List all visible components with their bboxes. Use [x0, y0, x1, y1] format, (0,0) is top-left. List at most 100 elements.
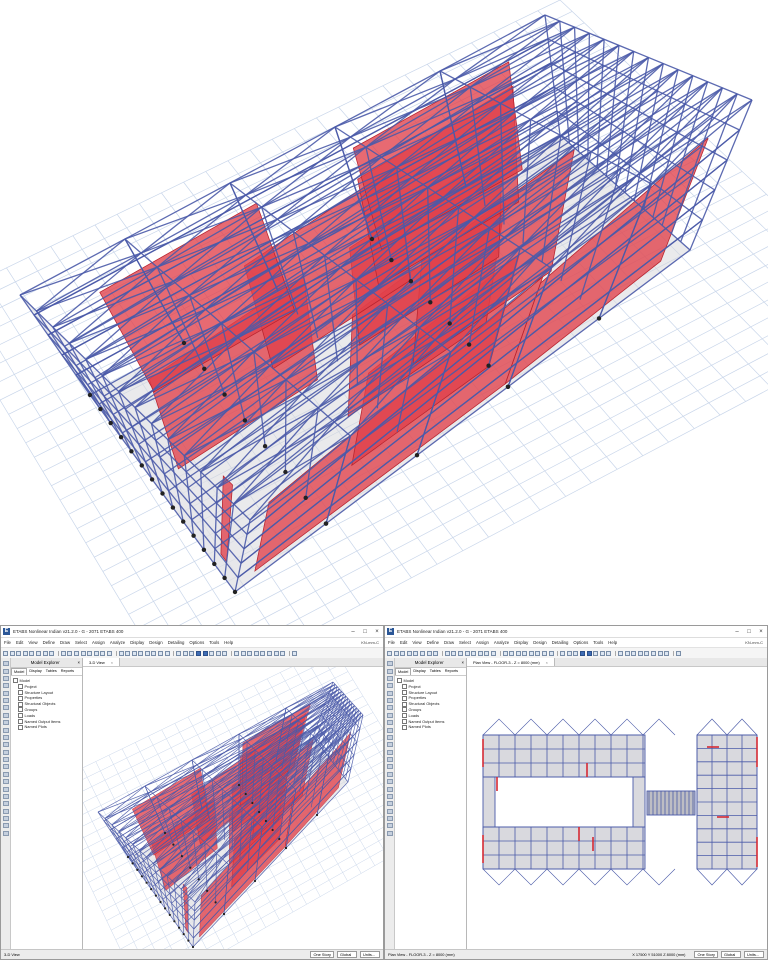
toolbar-button-icon[interactable] — [413, 650, 419, 656]
side-tool-icon[interactable] — [386, 742, 393, 748]
menu-draw[interactable]: Draw — [444, 640, 454, 645]
side-tool-icon[interactable] — [2, 757, 9, 763]
toolbar-button-icon[interactable] — [288, 650, 290, 656]
toolbar-button-icon[interactable] — [106, 650, 112, 656]
minimize-button[interactable]: – — [347, 629, 359, 635]
maximize-button[interactable]: □ — [743, 629, 755, 635]
side-tool-icon[interactable] — [386, 661, 393, 667]
menu-design[interactable]: Design — [533, 640, 546, 645]
expand-icon[interactable] — [402, 690, 407, 696]
menu-detailing[interactable]: Detailing — [552, 640, 569, 645]
toolbar-button-icon[interactable] — [215, 650, 221, 656]
side-tool-icon[interactable] — [2, 786, 9, 792]
toolbar-button-icon[interactable] — [209, 650, 215, 656]
toolbar-button-icon[interactable] — [189, 650, 195, 656]
toolbar-button-icon[interactable] — [273, 650, 279, 656]
tab-tables[interactable]: Tables — [428, 668, 443, 675]
toolbar-button-icon[interactable] — [144, 650, 150, 656]
side-tool-icon[interactable] — [386, 668, 393, 674]
side-tool-icon[interactable] — [386, 727, 393, 733]
toolbar-button-icon[interactable] — [29, 650, 35, 656]
toolbar-button-icon[interactable] — [471, 650, 477, 656]
expand-icon[interactable] — [402, 684, 407, 690]
expand-icon[interactable] — [18, 701, 23, 707]
close-button[interactable]: × — [371, 629, 383, 635]
menu-analyze[interactable]: Analyze — [110, 640, 125, 645]
toolbar-button-icon[interactable] — [664, 650, 670, 656]
side-tool-icon[interactable] — [386, 757, 393, 763]
side-tool-icon[interactable] — [386, 793, 393, 799]
toolbar-button-icon[interactable] — [444, 650, 450, 656]
maximize-button[interactable]: □ — [359, 629, 371, 635]
side-tool-icon[interactable] — [2, 727, 9, 733]
expand-icon[interactable] — [18, 719, 23, 725]
explorer-close-icon[interactable]: × — [461, 660, 464, 665]
toolbar-button-icon[interactable] — [115, 650, 117, 656]
toolbar-button-icon[interactable] — [240, 650, 246, 656]
side-tool-icon[interactable] — [386, 823, 393, 829]
expand-icon[interactable] — [402, 724, 407, 730]
toolbar-button-icon[interactable] — [502, 650, 508, 656]
menu-file[interactable]: File — [388, 640, 395, 645]
toolbar-button-icon[interactable] — [35, 650, 41, 656]
side-tool-icon[interactable] — [386, 705, 393, 711]
coord-system-dropdown[interactable]: Global — [721, 951, 741, 958]
toolbar-button-icon[interactable] — [573, 650, 579, 656]
side-tool-icon[interactable] — [2, 705, 9, 711]
side-tool-icon[interactable] — [2, 661, 9, 667]
side-tool-icon[interactable] — [386, 816, 393, 822]
toolbar-button-icon[interactable] — [542, 650, 548, 656]
menu-detailing[interactable]: Detailing — [168, 640, 185, 645]
side-tool-icon[interactable] — [2, 720, 9, 726]
toolbar-button-icon[interactable] — [631, 650, 637, 656]
toolbar-button-icon[interactable] — [234, 650, 239, 656]
side-tool-icon[interactable] — [386, 749, 393, 755]
toolbar-button-icon[interactable] — [484, 650, 490, 656]
units-indicator[interactable]: KN-mm-C — [361, 640, 379, 645]
side-tool-icon[interactable] — [386, 830, 393, 836]
toolbar-button-icon[interactable] — [464, 650, 470, 656]
expand-icon[interactable] — [18, 684, 23, 690]
menu-define[interactable]: Define — [427, 640, 439, 645]
tab-reports[interactable]: Reports — [59, 668, 76, 675]
expand-icon[interactable] — [18, 724, 23, 730]
toolbar-button-icon[interactable] — [522, 650, 528, 656]
toolbar-button-icon[interactable] — [16, 650, 22, 656]
toolbar-button-icon[interactable] — [118, 650, 124, 656]
menu-view[interactable]: View — [28, 640, 37, 645]
tree-item-named-plots[interactable]: Named Plots — [397, 724, 464, 730]
menu-display[interactable]: Display — [514, 640, 528, 645]
expand-icon[interactable] — [402, 701, 407, 707]
toolbar-button-icon[interactable] — [387, 650, 392, 656]
toolbar-button-icon[interactable] — [586, 650, 592, 656]
toolbar-button-icon[interactable] — [222, 650, 228, 656]
toolbar-button-icon[interactable] — [637, 650, 643, 656]
menu-define[interactable]: Define — [43, 640, 55, 645]
tab-model[interactable]: Model — [395, 668, 412, 675]
side-tool-icon[interactable] — [2, 749, 9, 755]
plan-canvas[interactable] — [467, 667, 767, 950]
side-tool-icon[interactable] — [2, 771, 9, 777]
expand-icon[interactable] — [18, 695, 23, 701]
menu-select[interactable]: Select — [459, 640, 471, 645]
expand-icon[interactable] — [18, 713, 23, 719]
toolbar-button-icon[interactable] — [615, 650, 616, 656]
toolbar-button-icon[interactable] — [173, 650, 175, 656]
expand-icon[interactable] — [402, 695, 407, 701]
side-tool-icon[interactable] — [386, 808, 393, 814]
toolbar-button-icon[interactable] — [87, 650, 93, 656]
story-dropdown[interactable]: One Story — [694, 951, 718, 958]
menu-analyze[interactable]: Analyze — [494, 640, 509, 645]
toolbar-button-icon[interactable] — [93, 650, 99, 656]
tab-plan-view[interactable]: Plan View - FLOOR-3 - Z = 8000 (mm) × — [467, 658, 555, 666]
collapse-icon[interactable] — [13, 678, 18, 684]
side-tool-icon[interactable] — [386, 675, 393, 681]
toolbar-button-icon[interactable] — [406, 650, 412, 656]
toolbar-button-icon[interactable] — [100, 650, 106, 656]
toolbar-button-icon[interactable] — [490, 650, 496, 656]
toolbar-button-icon[interactable] — [593, 650, 599, 656]
menu-assign[interactable]: Assign — [476, 640, 489, 645]
collapse-icon[interactable] — [397, 678, 402, 684]
toolbar-button-icon[interactable] — [580, 650, 586, 656]
tab-reports[interactable]: Reports — [443, 668, 460, 675]
